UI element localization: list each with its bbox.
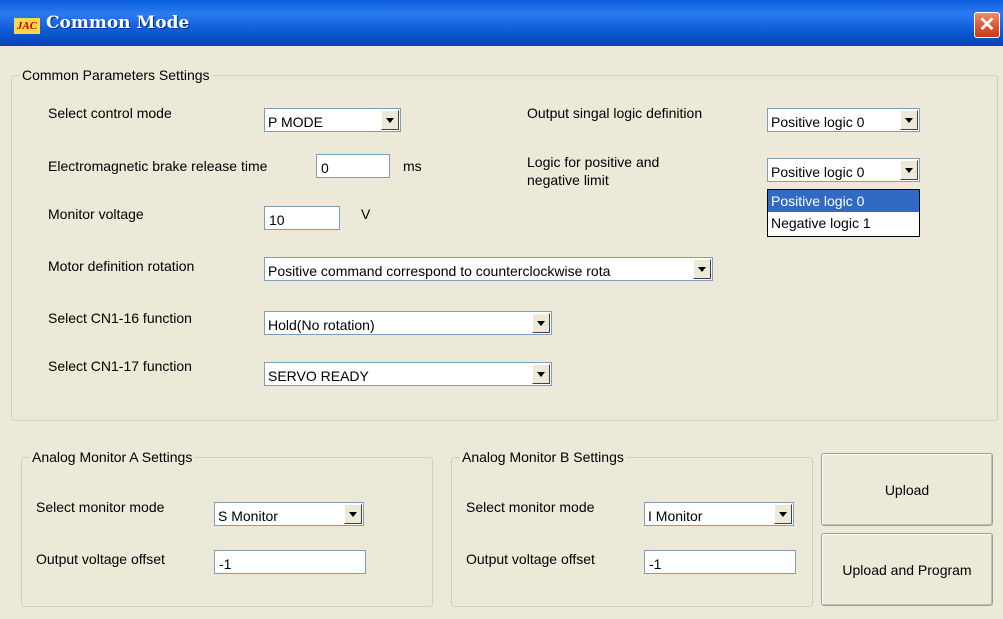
control-mode-label: Select control mode	[48, 105, 172, 121]
upload-button[interactable]: Upload	[821, 453, 993, 526]
limit-logic-label-line2: negative limit	[527, 172, 609, 188]
upload-and-program-button[interactable]: Upload and Program	[821, 533, 993, 606]
common-parameters-legend: Common Parameters Settings	[20, 67, 212, 83]
monitor-a-offset-input[interactable]: -1	[214, 550, 366, 574]
monitor-b-mode-label: Select monitor mode	[466, 499, 595, 515]
control-mode-select[interactable]: P MODE	[264, 108, 401, 132]
chevron-down-icon[interactable]	[774, 504, 792, 524]
limit-logic-value: Positive logic 0	[771, 164, 865, 180]
output-logic-select[interactable]: Positive logic 0	[767, 108, 920, 132]
cn1-16-select[interactable]: Hold(No rotation)	[264, 311, 552, 335]
cn1-16-value: Hold(No rotation)	[268, 317, 375, 333]
monitor-voltage-unit: V	[361, 206, 371, 222]
title-bar: JAC Common Mode ✕	[0, 0, 1003, 46]
limit-logic-dropdown-list: Positive logic 0 Negative logic 1	[767, 189, 920, 237]
monitor-a-mode-label: Select monitor mode	[36, 499, 165, 515]
monitor-a-mode-value: S Monitor	[218, 508, 278, 524]
close-button[interactable]: ✕	[974, 12, 1000, 38]
window-title: Common Mode	[46, 13, 190, 33]
monitor-voltage-label: Monitor voltage	[48, 206, 144, 222]
chevron-down-icon[interactable]	[381, 110, 399, 130]
motor-rotation-select[interactable]: Positive command correspond to countercl…	[264, 257, 713, 281]
monitor-b-offset-label: Output voltage offset	[466, 551, 595, 567]
app-logo-icon: JAC	[14, 18, 40, 34]
motor-rotation-label: Motor definition rotation	[48, 258, 195, 274]
analog-monitor-b-legend: Analog Monitor B Settings	[460, 449, 626, 465]
chevron-down-icon[interactable]	[693, 259, 711, 279]
chevron-down-icon[interactable]	[532, 364, 550, 384]
chevron-down-icon[interactable]	[900, 110, 918, 130]
monitor-a-offset-label: Output voltage offset	[36, 551, 165, 567]
cn1-17-value: SERVO READY	[268, 368, 369, 384]
output-logic-value: Positive logic 0	[771, 114, 865, 130]
limit-logic-label-line1: Logic for positive and	[527, 154, 660, 170]
dropdown-option[interactable]: Positive logic 0	[768, 190, 919, 212]
monitor-b-mode-value: I Monitor	[648, 508, 703, 524]
monitor-voltage-input[interactable]: 10	[264, 206, 340, 230]
analog-monitor-b-group: Analog Monitor B Settings	[451, 449, 813, 607]
limit-logic-select[interactable]: Positive logic 0	[767, 158, 920, 182]
cn1-16-label: Select CN1-16 function	[48, 310, 192, 326]
monitor-a-mode-select[interactable]: S Monitor	[214, 502, 364, 526]
brake-release-input[interactable]: 0	[316, 154, 390, 178]
control-mode-value: P MODE	[268, 114, 323, 130]
monitor-b-offset-input[interactable]: -1	[644, 550, 796, 574]
chevron-down-icon[interactable]	[344, 504, 362, 524]
chevron-down-icon[interactable]	[900, 160, 918, 180]
dropdown-option[interactable]: Negative logic 1	[768, 212, 919, 234]
brake-release-unit: ms	[403, 158, 422, 174]
analog-monitor-a-legend: Analog Monitor A Settings	[30, 449, 195, 465]
output-logic-label: Output singal logic definition	[527, 105, 703, 121]
cn1-17-label: Select CN1-17 function	[48, 358, 192, 374]
cn1-17-select[interactable]: SERVO READY	[264, 362, 552, 386]
motor-rotation-value: Positive command correspond to countercl…	[268, 263, 611, 279]
chevron-down-icon[interactable]	[532, 313, 550, 333]
brake-release-label: Electromagnetic brake release time	[48, 158, 268, 174]
analog-monitor-a-group: Analog Monitor A Settings	[21, 449, 433, 607]
monitor-b-mode-select[interactable]: I Monitor	[644, 502, 794, 526]
